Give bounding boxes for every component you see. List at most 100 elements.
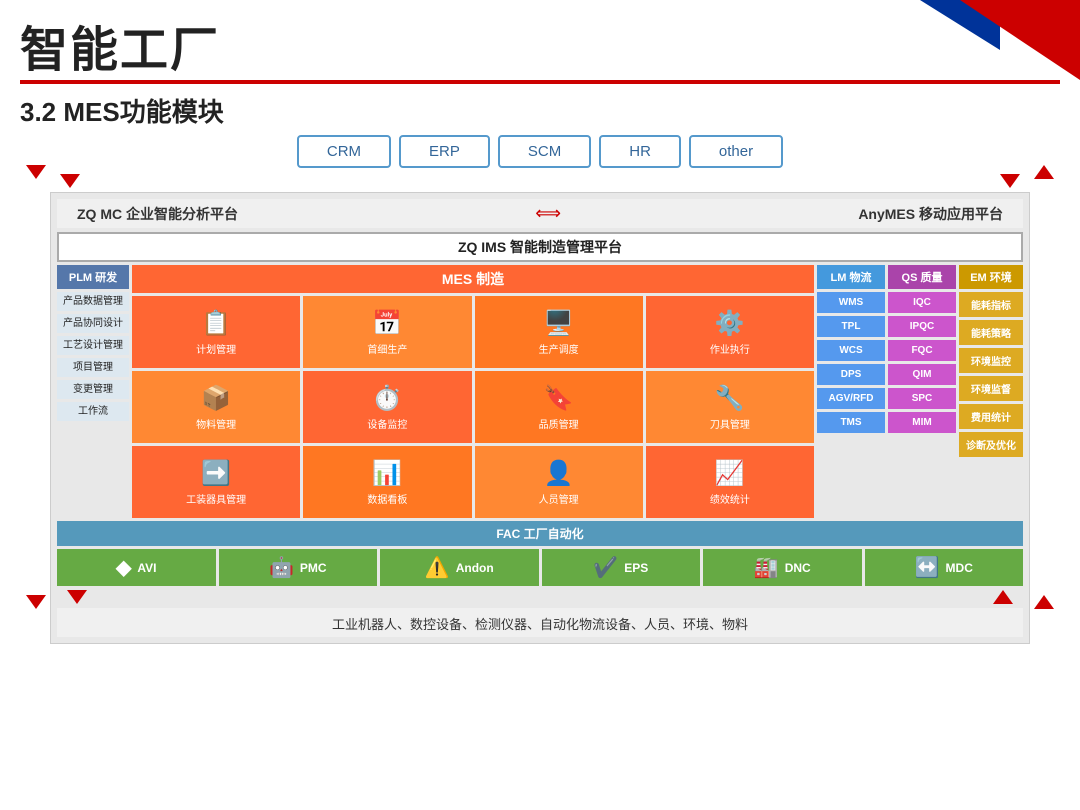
mes-cell-5: ⏱️ 设备监控 <box>303 371 471 443</box>
top-systems-row: CRM ERP SCM HR other <box>50 135 1030 168</box>
avi-label-2: Andon <box>456 561 494 575</box>
plm-cell-5: 变更管理 <box>57 380 129 399</box>
mes-icon-1: 📅 <box>372 309 402 338</box>
qs-cell-3: QIM <box>888 364 956 385</box>
mes-label-6: 品质管理 <box>539 416 579 431</box>
right-arrow-up <box>1034 165 1054 184</box>
mes-icon-9: 📊 <box>372 459 402 488</box>
page-title: 智能工厂 <box>20 10 220 80</box>
mes-label-0: 计划管理 <box>196 341 236 356</box>
qs-cell-2: FQC <box>888 340 956 361</box>
mes-cell-11: 📈 绩效统计 <box>646 446 814 518</box>
bottom-connector-row <box>57 590 1023 604</box>
mes-icon-2: 🖥️ <box>544 309 574 338</box>
section-title: 3.2 MES功能模块 <box>0 84 1080 135</box>
plm-cell-4: 项目管理 <box>57 358 129 377</box>
plm-cell-2: 产品协同设计 <box>57 314 129 333</box>
avi-cell-3: ✔️ EPS <box>542 549 701 586</box>
lm-cell-0: WMS <box>817 292 885 313</box>
qs-cell-1: IPQC <box>888 316 956 337</box>
avi-icon-0: ◆ <box>116 555 131 580</box>
mes-label-9: 数据看板 <box>367 491 407 506</box>
system-hr: HR <box>599 135 681 168</box>
lm-cell-1: TPL <box>817 316 885 337</box>
avi-icon-2: ⚠️ <box>425 555 450 580</box>
inner-body: PLM 研发 产品数据管理 产品协同设计 工艺设计管理 项目管理 变更管理 工作… <box>57 265 1023 518</box>
em-cell-0: 能耗指标 <box>959 292 1023 317</box>
deco-red <box>960 0 1080 80</box>
mes-label-1: 首细生产 <box>367 341 407 356</box>
mes-icon-7: 🔧 <box>715 384 745 413</box>
lm-cell-4: AGV/RFD <box>817 388 885 409</box>
mes-label-8: 工装器具管理 <box>186 491 246 506</box>
arrow-down-bottom-left <box>67 590 87 604</box>
mes-cell-1: 📅 首细生产 <box>303 296 471 368</box>
avi-cell-5: ↔️ MDC <box>865 549 1024 586</box>
left-arrow-down <box>26 165 46 184</box>
plm-column: PLM 研发 产品数据管理 产品协同设计 工艺设计管理 项目管理 变更管理 工作… <box>57 265 129 518</box>
header: 智能工厂 <box>0 0 1080 80</box>
mes-cell-2: 🖥️ 生产调度 <box>475 296 643 368</box>
avi-row: ◆ AVI 🤖 PMC ⚠️ Andon ✔️ EPS 🏭 DNC <box>57 549 1023 586</box>
avi-icon-5: ↔️ <box>915 555 940 580</box>
mes-grid: 📋 计划管理 📅 首细生产 🖥️ 生产调度 ⚙️ <box>132 296 814 518</box>
em-cell-1: 能耗策略 <box>959 320 1023 345</box>
arrow-down-left <box>60 174 80 188</box>
lm-header: LM 物流 <box>817 265 885 289</box>
mes-label-3: 作业执行 <box>710 341 750 356</box>
ims-title-bar: ZQ IMS 智能制造管理平台 <box>57 232 1023 262</box>
avi-cell-4: 🏭 DNC <box>703 549 862 586</box>
em-cell-2: 环境监控 <box>959 348 1023 373</box>
fac-row: FAC 工厂自动化 <box>57 521 1023 546</box>
mes-cell-10: 👤 人员管理 <box>475 446 643 518</box>
avi-label-1: PMC <box>300 561 327 575</box>
mes-label-7: 刀具管理 <box>710 416 750 431</box>
plm-cell-3: 工艺设计管理 <box>57 336 129 355</box>
system-crm: CRM <box>297 135 391 168</box>
mes-cell-7: 🔧 刀具管理 <box>646 371 814 443</box>
plm-cell-1: 产品数据管理 <box>57 292 129 311</box>
mes-cell-3: ⚙️ 作业执行 <box>646 296 814 368</box>
mes-icon-6: 🔖 <box>544 384 574 413</box>
avi-label-5: MDC <box>946 561 973 575</box>
lm-column: LM 物流 WMS TPL WCS DPS AGV/RFD TMS <box>817 265 885 518</box>
avi-icon-3: ✔️ <box>593 555 618 580</box>
em-cell-5: 诊断及优化 <box>959 432 1023 457</box>
mes-cell-4: 📦 物料管理 <box>132 371 300 443</box>
mes-icon-5: ⏱️ <box>372 384 402 413</box>
connector-arrow-right <box>1000 174 1020 188</box>
avi-icon-4: 🏭 <box>754 555 779 580</box>
em-header: EM 环境 <box>959 265 1023 289</box>
mes-cell-9: 📊 数据看板 <box>303 446 471 518</box>
connector-row <box>50 174 1030 188</box>
plm-header: PLM 研发 <box>57 265 129 289</box>
plm-cell-6: 工作流 <box>57 402 129 421</box>
qs-header: QS 质量 <box>888 265 956 289</box>
qs-cell-0: IQC <box>888 292 956 313</box>
em-column: EM 环境 能耗指标 能耗策略 环境监控 环境监督 费用统计 诊断及优化 <box>959 265 1023 518</box>
qs-cell-4: SPC <box>888 388 956 409</box>
em-cell-3: 环境监督 <box>959 376 1023 401</box>
system-other: other <box>689 135 783 168</box>
system-scm: SCM <box>498 135 591 168</box>
mes-label-5: 设备监控 <box>367 416 407 431</box>
bottom-bar: 工业机器人、数控设备、检测仪器、自动化物流设备、人员、环境、物料 <box>57 608 1023 637</box>
bottom-left-arrow <box>67 590 87 604</box>
avi-cell-2: ⚠️ Andon <box>380 549 539 586</box>
right-arrow-up-bottom <box>1034 595 1054 614</box>
left-arrow-down-bottom <box>26 595 46 614</box>
platform-left: ZQ MC 企业智能分析平台 <box>77 204 238 224</box>
avi-icon-1: 🤖 <box>269 555 294 580</box>
lr-arrow-icon: ⟺ <box>535 203 561 224</box>
mes-header: MES 制造 <box>132 265 814 293</box>
header-decoration <box>900 0 1080 80</box>
lm-cell-3: DPS <box>817 364 885 385</box>
mes-icon-10: 👤 <box>544 459 574 488</box>
arrow-down-right <box>1000 174 1020 188</box>
main-content: CRM ERP SCM HR other ZQ MC 企业智能分析平台 ⟺ An… <box>0 135 1080 644</box>
qs-cell-5: MIM <box>888 412 956 433</box>
bottom-right-arrow <box>993 590 1013 604</box>
mes-icon-11: 📈 <box>715 459 745 488</box>
avi-cell-1: 🤖 PMC <box>219 549 378 586</box>
mes-label-2: 生产调度 <box>539 341 579 356</box>
